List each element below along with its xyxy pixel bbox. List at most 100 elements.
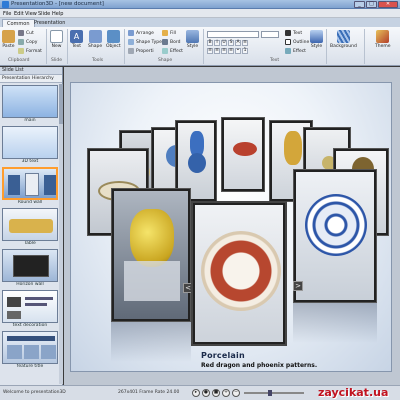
format-painter-button[interactable]: Format	[18, 48, 42, 54]
slide-preview	[2, 85, 58, 118]
reflection	[111, 322, 191, 362]
slide-thumbnail[interactable]: main	[2, 85, 58, 124]
slide-stage[interactable]: > < Porcelain Red dragon and phoenix pat…	[70, 82, 392, 372]
font-color-icon[interactable]: A	[235, 40, 241, 46]
tab-presentation-list[interactable]: Presentation	[2, 76, 30, 81]
paste-icon	[2, 30, 15, 43]
slide-preview	[2, 167, 58, 200]
border-button[interactable]: Bord	[162, 39, 180, 45]
slide-list-scrollbar[interactable]	[59, 84, 63, 384]
new-slide-button[interactable]: New	[50, 30, 63, 49]
menu-file[interactable]: File	[3, 11, 11, 17]
theme-icon	[376, 30, 390, 43]
slide-thumbnail[interactable]: Table	[2, 208, 58, 247]
close-button[interactable]: ✕	[378, 1, 398, 8]
app-window: Presentation3D - [new document] _ □ ✕ Fi…	[0, 0, 400, 400]
text-effect-button[interactable]: Effect	[285, 48, 306, 54]
italic-icon[interactable]: I	[214, 40, 220, 46]
outline-icon	[285, 39, 291, 45]
background-button[interactable]: Background	[330, 30, 357, 49]
slide-thumbnail[interactable]: 3D text	[2, 126, 58, 165]
stop-icon[interactable]: ■	[212, 389, 220, 397]
reflection	[293, 303, 377, 343]
play-icon[interactable]: ▸	[192, 389, 200, 397]
shape-style-button[interactable]: Style	[186, 30, 199, 49]
text-fill-button[interactable]: Text	[285, 30, 302, 36]
porcelain-card-featured[interactable]	[191, 201, 287, 346]
porcelain-card-blue-plate[interactable]	[293, 169, 377, 303]
text-style-button[interactable]: Style	[310, 30, 323, 49]
slide-thumbnail[interactable]: Horizon wall	[2, 249, 58, 288]
tab-hierarchy[interactable]: Hierarchy	[32, 76, 54, 81]
copy-button[interactable]: Copy	[18, 39, 37, 45]
slide-thumbnail[interactable]: Round wall	[2, 167, 58, 206]
object-tool-button[interactable]: Object	[106, 30, 121, 49]
bullet-list-icon[interactable]: •	[235, 48, 241, 54]
align-center-icon[interactable]: ≡	[214, 48, 220, 54]
properties-button[interactable]: Properti	[128, 48, 154, 54]
text-icon	[285, 30, 291, 36]
title-bar: Presentation3D - [new document] _ □ ✕	[0, 0, 400, 9]
next-arrow-button[interactable]: >	[293, 281, 303, 291]
shape-tool-button[interactable]: Shape	[88, 30, 102, 49]
red-dragon-plate-art	[201, 231, 281, 311]
text-tool-button[interactable]: A Text	[70, 30, 83, 49]
menu-view[interactable]: View	[25, 11, 37, 17]
underline-icon[interactable]: U	[221, 40, 227, 46]
tab-presentation[interactable]: Presentation	[30, 19, 69, 27]
slide-label: main	[24, 118, 36, 123]
highlight-icon[interactable]: ≡	[242, 40, 248, 46]
menu-help[interactable]: Help	[52, 11, 63, 17]
align-left-icon[interactable]: ≡	[207, 48, 213, 54]
text-tool-icon: A	[70, 30, 83, 43]
bold-icon[interactable]: B	[207, 40, 213, 46]
zoom-slider-thumb[interactable]	[268, 390, 272, 396]
scrollbar-thumb[interactable]	[59, 84, 63, 124]
scissors-icon	[18, 30, 24, 36]
porcelain-card-yellow-jar[interactable]	[111, 188, 191, 322]
effect-button[interactable]: Effect	[162, 48, 183, 54]
slide-thumbnail[interactable]: feature title	[2, 331, 58, 370]
font-name-combo[interactable]	[207, 31, 259, 38]
zoom-slider[interactable]	[244, 392, 304, 394]
slide-preview	[2, 126, 58, 159]
arrange-button[interactable]: Arrange	[128, 30, 154, 36]
zoom-in-icon[interactable]: +	[222, 389, 230, 397]
theme-button[interactable]: Theme	[375, 30, 391, 49]
menu-edit[interactable]: Edit	[14, 11, 24, 17]
slide-list-title: Slide List	[0, 67, 62, 75]
maximize-button[interactable]: □	[366, 1, 377, 8]
frame-info: 267x401 Frame Rate 24.00	[118, 390, 180, 395]
caption-title: Porcelain	[201, 351, 245, 360]
zoom-out-icon[interactable]: −	[232, 389, 240, 397]
fill-button[interactable]: Fill	[162, 30, 176, 36]
numbered-list-icon[interactable]: 1	[242, 48, 248, 54]
minimize-button[interactable]: _	[354, 1, 365, 8]
group-separator	[326, 29, 327, 64]
paste-button[interactable]: Paste	[2, 30, 15, 49]
object-tool-icon	[106, 30, 120, 43]
fill-icon	[162, 30, 168, 36]
app-icon	[2, 1, 9, 8]
shape-type-icon	[128, 39, 134, 45]
slide-preview	[2, 249, 58, 282]
strikethrough-icon[interactable]: S	[228, 40, 234, 46]
border-icon	[162, 39, 168, 45]
slide-thumbnail[interactable]: text decoration	[2, 290, 58, 329]
align-right-icon[interactable]: ≡	[221, 48, 227, 54]
record-icon[interactable]: ●	[202, 389, 210, 397]
cut-button[interactable]: Cut	[18, 30, 34, 36]
menu-slide[interactable]: Slide	[38, 11, 50, 17]
effect-icon	[162, 48, 168, 54]
properties-icon	[128, 48, 134, 54]
shape-type-button[interactable]: Shape Type	[128, 39, 162, 45]
slide-label: text decoration	[12, 323, 48, 328]
text-outline-button[interactable]: Outline	[285, 39, 309, 45]
porcelain-card[interactable]	[221, 117, 265, 192]
style-icon	[186, 30, 199, 43]
tools-group-label: Tools	[92, 58, 104, 63]
brush-icon	[18, 48, 24, 54]
justify-icon[interactable]: ≡	[228, 48, 234, 54]
font-size-combo[interactable]	[261, 31, 279, 38]
arrange-icon	[128, 30, 134, 36]
